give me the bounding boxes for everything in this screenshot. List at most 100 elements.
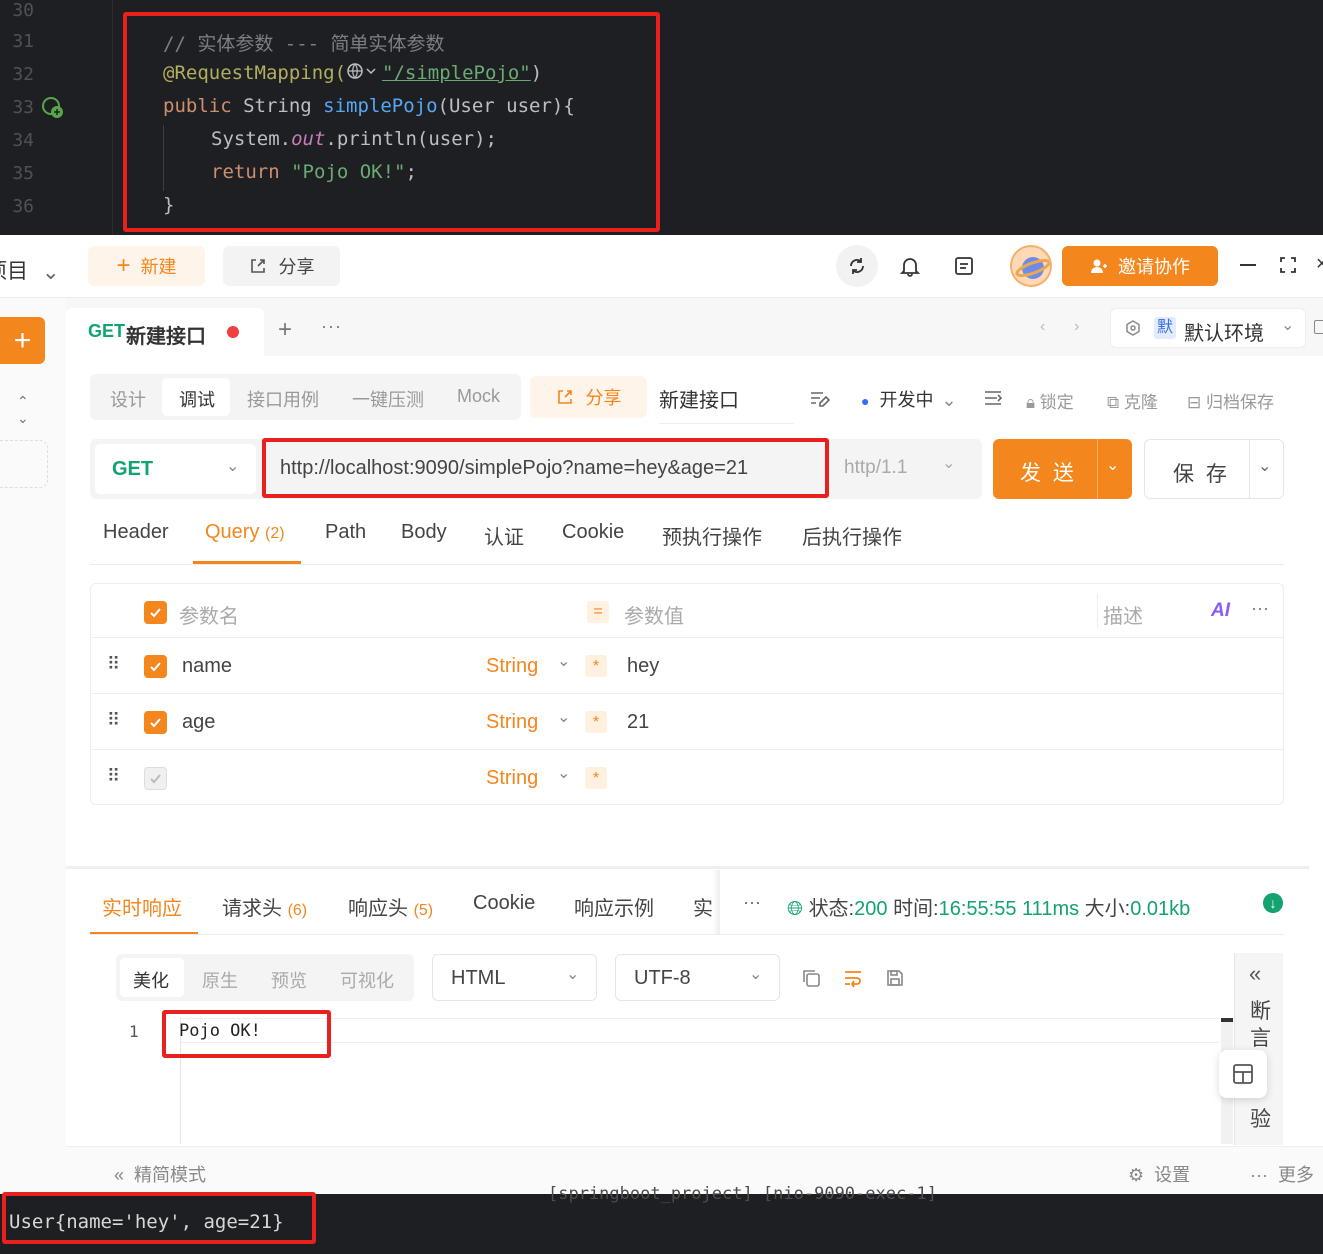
send-button[interactable]: 发 送	[1020, 457, 1077, 487]
param-value[interactable]: hey	[627, 655, 659, 678]
settings-button[interactable]: ⚙︎ 设置	[1128, 1161, 1190, 1187]
row-checkbox[interactable]	[144, 767, 167, 790]
method-select[interactable]: GET ⌄	[95, 444, 256, 494]
sync-icon[interactable]	[836, 245, 878, 287]
save-button[interactable]: 保 存	[1173, 458, 1230, 488]
minimize-icon[interactable]	[1240, 264, 1256, 266]
save-options-chevron-icon[interactable]: ⌄	[1258, 456, 1271, 476]
tab-response-headers[interactable]: 响应头 (5)	[348, 892, 433, 921]
drag-handle-icon[interactable]: ⠿	[107, 654, 120, 675]
more-button[interactable]: ··· 更多	[1250, 1161, 1314, 1187]
tab-response-example[interactable]: 响应示例	[574, 892, 654, 921]
avatar[interactable]	[1010, 245, 1052, 287]
tab-cookie[interactable]: Cookie	[562, 521, 624, 544]
maximize-icon[interactable]	[1280, 257, 1296, 278]
bell-icon[interactable]	[899, 255, 921, 282]
globe-inline-icon[interactable]	[346, 62, 382, 85]
add-icon[interactable]: +	[0, 317, 45, 364]
save-icon[interactable]	[885, 968, 905, 993]
mode-mock[interactable]: Mock	[457, 386, 500, 407]
ai-icon[interactable]: AI	[1211, 600, 1230, 622]
more-tabs-icon[interactable]: ···	[321, 316, 342, 337]
send-options-chevron-icon[interactable]: ⌄	[1106, 455, 1119, 475]
param-type[interactable]: String	[486, 711, 538, 734]
compact-mode-button[interactable]: « 精简模式	[114, 1161, 206, 1187]
panel-divider[interactable]	[66, 866, 1309, 869]
endpoint-name-input[interactable]: 新建接口	[659, 384, 794, 424]
param-type[interactable]: String	[486, 655, 538, 678]
copy-icon[interactable]	[801, 968, 821, 993]
chevron-down-icon[interactable]: ⌄	[557, 651, 570, 671]
view-raw[interactable]: 原生	[202, 967, 238, 993]
collapse-left-icon[interactable]: «	[1249, 961, 1261, 987]
notes-icon[interactable]	[953, 255, 975, 282]
endpoint-globe-icon[interactable]	[42, 97, 64, 119]
encoding-select[interactable]: UTF-8 ⌄	[615, 954, 780, 1001]
wrap-icon[interactable]	[843, 968, 863, 993]
tab-header[interactable]: Header	[103, 521, 169, 544]
project-selector[interactable]: 项目 ⌄	[0, 255, 60, 285]
mode-design[interactable]: 设计	[110, 386, 146, 412]
param-name[interactable]: name	[182, 655, 232, 678]
clone-button[interactable]: ⧉ 克隆	[1107, 388, 1158, 413]
required-toggle[interactable]: *	[585, 767, 607, 789]
share-top-button[interactable]: 分享	[223, 246, 340, 286]
param-name[interactable]: age	[182, 711, 215, 734]
tab-auth[interactable]: 认证	[484, 521, 524, 550]
drag-handle-icon[interactable]: ⠿	[107, 710, 120, 731]
param-type[interactable]: String	[486, 767, 538, 790]
lock-button[interactable]: 🔒︎ 锁定	[1026, 388, 1074, 413]
next-tab-icon[interactable]: ›	[1074, 318, 1079, 336]
bulk-edit-icon[interactable]: =	[587, 601, 609, 623]
select-all-checkbox[interactable]	[144, 601, 167, 624]
archive-button[interactable]: ⊟ 归档保存	[1187, 388, 1274, 413]
tab-live-response[interactable]: 实时响应	[102, 892, 182, 921]
send-button-group: 发 送 ⌄	[993, 439, 1132, 499]
view-pretty[interactable]: 美化	[133, 967, 169, 993]
tab-new-endpoint[interactable]: GET 新建接口	[66, 308, 264, 356]
sort-icon[interactable]: ⌃ ⌄	[17, 393, 29, 427]
status-selector[interactable]: ● 开发中 ⌄	[861, 386, 957, 412]
row-checkbox[interactable]	[144, 655, 167, 678]
param-value[interactable]: 21	[627, 711, 649, 734]
required-toggle[interactable]: *	[585, 655, 607, 677]
tab-truncated[interactable]: 实	[693, 892, 713, 921]
chevron-down-icon[interactable]: ⌄	[557, 707, 570, 727]
share-api-button[interactable]: 分享	[530, 376, 647, 418]
view-preview[interactable]: 预览	[271, 967, 307, 993]
more-tabs-icon[interactable]: ···	[743, 892, 761, 913]
new-button[interactable]: + 新建	[88, 246, 205, 286]
tab-path[interactable]: Path	[325, 521, 366, 544]
format-select[interactable]: HTML ⌄	[432, 954, 597, 1001]
close-icon[interactable]: ×	[1316, 253, 1323, 276]
edit-icon[interactable]	[810, 389, 831, 412]
row-checkbox[interactable]	[144, 711, 167, 734]
mode-stress[interactable]: 一键压测	[352, 386, 424, 412]
protocol-select[interactable]: http/1.1	[844, 457, 907, 479]
align-icon[interactable]	[984, 389, 1004, 412]
prev-tab-icon[interactable]: ‹	[1040, 318, 1045, 336]
chevron-down-icon[interactable]: ⌄	[557, 763, 570, 783]
invite-button[interactable]: 邀请协作	[1062, 246, 1218, 286]
tab-pre-script[interactable]: 预执行操作	[662, 521, 762, 550]
mode-debug[interactable]: 调试	[179, 386, 215, 412]
add-tab-icon[interactable]: +	[278, 316, 292, 344]
view-visual[interactable]: 可视化	[340, 967, 394, 993]
tab-query[interactable]: Query (2)	[205, 521, 285, 544]
layout-icon[interactable]	[1219, 1050, 1267, 1098]
url-input[interactable]: http://localhost:9090/simplePojo?name=he…	[280, 457, 748, 480]
tab-request-headers[interactable]: 请求头 (6)	[222, 892, 307, 921]
assertion-side-panel[interactable]: « 断 言 验	[1234, 953, 1283, 1145]
panel-icon[interactable]	[1314, 320, 1323, 334]
status-label: 状态:	[808, 898, 855, 920]
more-icon[interactable]: ···	[1251, 598, 1269, 619]
mode-cases[interactable]: 接口用例	[247, 386, 319, 412]
sidebar-slot[interactable]	[0, 440, 48, 488]
drag-handle-icon[interactable]: ⠿	[107, 766, 120, 787]
tab-body[interactable]: Body	[401, 521, 447, 544]
environment-selector[interactable]: 默 默认环境 ⌄	[1110, 308, 1306, 348]
tab-response-cookie[interactable]: Cookie	[473, 892, 535, 915]
download-icon[interactable]: ↓	[1263, 893, 1283, 913]
required-toggle[interactable]: *	[585, 711, 607, 733]
tab-post-script[interactable]: 后执行操作	[802, 521, 902, 550]
